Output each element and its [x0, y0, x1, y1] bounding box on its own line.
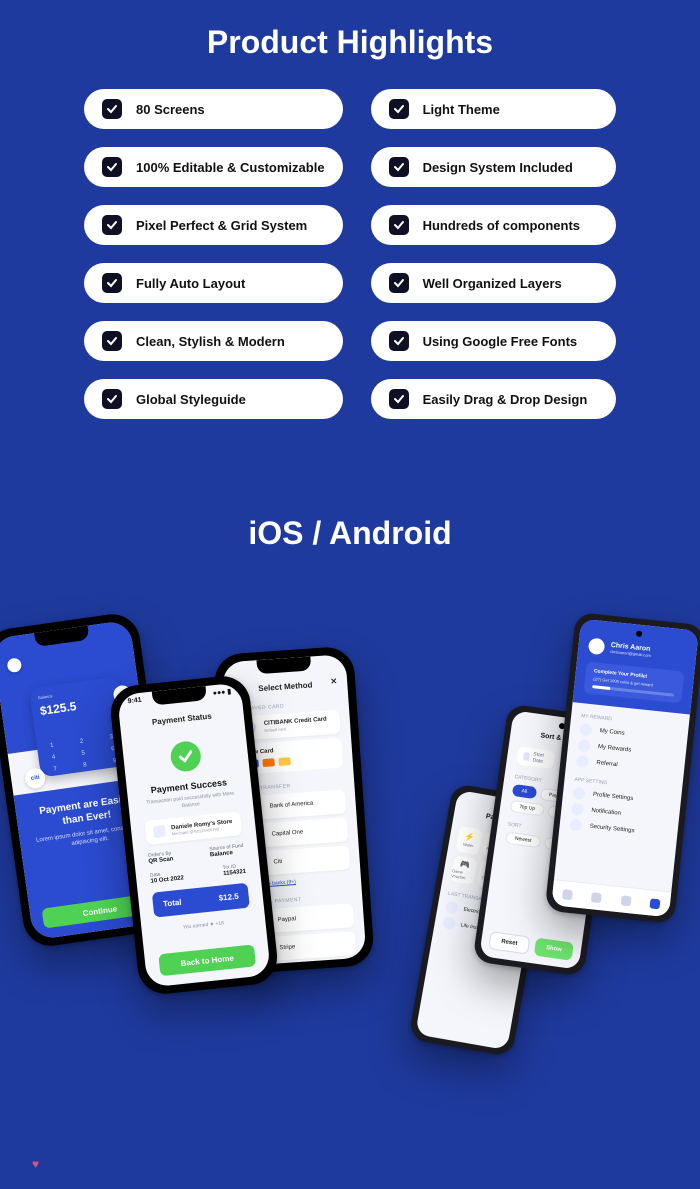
show-button[interactable]: Show: [534, 938, 574, 961]
tab-icon[interactable]: [591, 892, 602, 903]
total-value: $12.5: [218, 892, 239, 903]
feature-pill: Using Google Free Fonts: [371, 321, 616, 361]
feature-pill: Pixel Perfect & Grid System: [84, 205, 343, 245]
start-date-field[interactable]: Start Date: [516, 746, 555, 769]
chip[interactable]: Newest: [505, 831, 541, 848]
payment-meta: Date10 Oct 2022 Trx ID1154321: [150, 863, 247, 885]
feature-pill: 80 Screens: [84, 89, 343, 129]
status-time: 9:41: [127, 697, 142, 706]
shield-icon: [569, 819, 582, 832]
platforms-title: iOS / Android: [0, 515, 700, 552]
heart-icon: ♥: [32, 1157, 39, 1171]
check-icon: [102, 157, 122, 177]
feature-label: Light Theme: [423, 102, 500, 117]
bell-icon: [571, 803, 584, 816]
feature-pill: Hundreds of components: [371, 205, 616, 245]
check-icon: [389, 389, 409, 409]
close-icon[interactable]: ✕: [330, 677, 337, 686]
tab-icon[interactable]: [620, 895, 631, 906]
check-icon: [102, 273, 122, 293]
calendar-icon: [523, 752, 530, 761]
referral-icon: [576, 755, 589, 768]
feature-pill: Clean, Stylish & Modern: [84, 321, 343, 361]
feature-pill-grid: 80 Screens Light Theme 100% Editable & C…: [0, 89, 700, 419]
reset-button[interactable]: Reset: [488, 931, 530, 954]
product-highlights-title: Product Highlights: [0, 0, 700, 89]
feature-pill: Well Organized Layers: [371, 263, 616, 303]
check-icon: [102, 215, 122, 235]
mockup-arena: 9:41●●● ▮ Balance $125.5 123 456 789 cit…: [0, 610, 700, 1170]
bolt-icon: ⚡: [464, 833, 475, 843]
profile-icon: [573, 787, 586, 800]
store-icon: [153, 825, 166, 838]
chip[interactable]: All: [512, 784, 537, 799]
rewards-icon: [578, 739, 591, 752]
payment-meta: Order's ByQR Scan Source of FundBalance: [148, 843, 245, 865]
check-icon: [389, 157, 409, 177]
tab-icon[interactable]: [650, 898, 661, 909]
feature-label: Clean, Stylish & Modern: [136, 334, 285, 349]
bolt-icon: [445, 901, 459, 915]
feature-label: Easily Drag & Drop Design: [423, 392, 588, 407]
feature-pill: Easily Drag & Drop Design: [371, 379, 616, 419]
feature-label: 80 Screens: [136, 102, 205, 117]
game-icon: 🎮: [459, 860, 470, 870]
bottom-tabbar: [551, 879, 671, 917]
total-row: Total $12.5: [152, 883, 250, 918]
check-icon: [389, 215, 409, 235]
bill-category[interactable]: 🎮Game Voucher: [450, 855, 477, 885]
feature-label: Fully Auto Layout: [136, 276, 245, 291]
feature-label: Design System Included: [423, 160, 573, 175]
check-icon: [102, 389, 122, 409]
check-icon: [389, 331, 409, 351]
feature-label: Hundreds of components: [423, 218, 580, 233]
feature-pill: Global Styleguide: [84, 379, 343, 419]
check-icon: [102, 331, 122, 351]
feature-label: Pixel Perfect & Grid System: [136, 218, 307, 233]
success-check-icon: [169, 740, 202, 773]
bill-category[interactable]: ⚡Water: [456, 826, 483, 856]
feature-pill: Design System Included: [371, 147, 616, 187]
heart-icon: [442, 916, 456, 930]
feature-pill: 100% Editable & Customizable: [84, 147, 343, 187]
back-to-home-button[interactable]: Back to Home: [158, 944, 256, 976]
chip[interactable]: Top Up: [510, 800, 545, 817]
check-icon: [389, 99, 409, 119]
feature-pill: Fully Auto Layout: [84, 263, 343, 303]
complete-profile-card[interactable]: Complete Your Profile! (2/7) Get 1000 co…: [584, 661, 685, 703]
check-icon: [389, 273, 409, 293]
avatar-icon: [6, 657, 22, 673]
feature-label: Global Styleguide: [136, 392, 246, 407]
coins-icon: [579, 723, 592, 736]
total-label: Total: [163, 898, 182, 909]
feature-pill: Light Theme: [371, 89, 616, 129]
android-phone-profile: Chris Aaron chrisaaron@gmail.com Complet…: [545, 612, 700, 924]
merchant-card: Daniele Romy's Store Merchant ID 6012345…: [144, 811, 242, 845]
feature-label: Well Organized Layers: [423, 276, 562, 291]
avatar-icon: [588, 638, 606, 656]
check-icon: [102, 99, 122, 119]
feature-label: Using Google Free Fonts: [423, 334, 578, 349]
earned-coins: You earned ★ +18: [142, 916, 266, 935]
feature-label: 100% Editable & Customizable: [136, 160, 325, 175]
tab-icon[interactable]: [562, 889, 573, 900]
